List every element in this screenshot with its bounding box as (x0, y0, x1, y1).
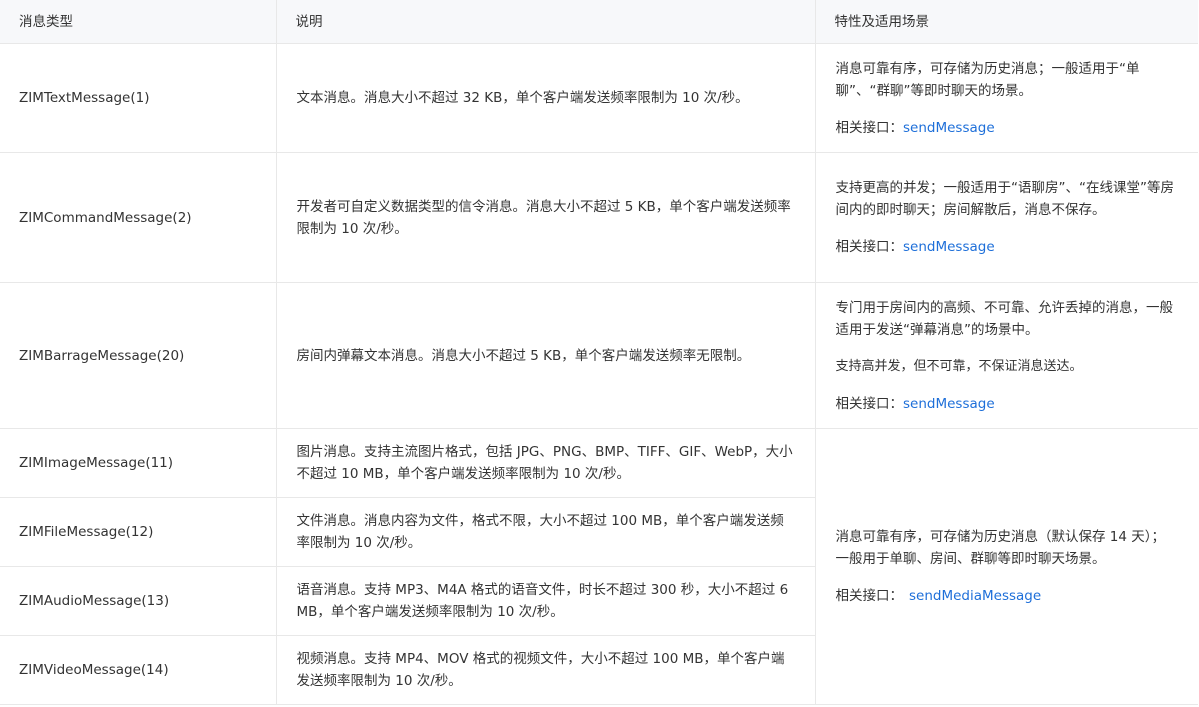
feature-text: 专门用于房间内的高频、不可靠、允许丢掉的消息，一般适用于发送“弹幕消息”的场景中… (835, 299, 1174, 338)
message-type-cell: ZIMCommandMessage(2) (0, 152, 277, 283)
feature-note: 支持高并发，但不可靠，不保证消息送达。 (835, 358, 1083, 374)
description-cell: 文件消息。消息内容为文件，格式不限，大小不超过 100 MB，单个客户端发送频率… (275, 497, 815, 567)
header-description: 说明 (275, 0, 816, 44)
features-cell: 专门用于房间内的高频、不可靠、允许丢掉的消息，一般适用于发送“弹幕消息”的场景中… (814, 282, 1198, 429)
description-cell: 房间内弹幕文本消息。消息大小不超过 5 KB，单个客户端发送频率无限制。 (275, 282, 816, 429)
api-link-sendmessage[interactable]: sendMessage (903, 396, 995, 412)
message-type-cell: ZIMFileMessage(12) (0, 497, 277, 567)
api-label: 相关接口： (835, 119, 904, 136)
api-link-sendmediamessage[interactable]: sendMediaMessage (909, 588, 1041, 604)
description-cell: 语音消息。支持 MP3、M4A 格式的语音文件，时长不超过 300 秒，大小不超… (275, 566, 815, 636)
table-row: ZIMTextMessage(1) 文本消息。消息大小不超过 32 KB，单个客… (0, 43, 1198, 153)
features-cell: 支持更高的并发；一般适用于“语聊房”、“在线课堂”等房间内的即时聊天；房间解散后… (814, 152, 1198, 283)
message-type-cell: ZIMAudioMessage(13) (0, 566, 277, 636)
message-type-cell: ZIMBarrageMessage(20) (0, 282, 277, 429)
header-features: 特性及适用场景 (814, 0, 1198, 44)
related-api: 相关接口：sendMessage (836, 236, 1179, 258)
table-row: ZIMCommandMessage(2) 开发者可自定义数据类型的信令消息。消息… (0, 152, 1198, 283)
api-label: 相关接口： (835, 588, 904, 604)
related-api: 相关接口： sendMediaMessage (836, 585, 1179, 607)
description-cell: 图片消息。支持主流图片格式，包括 JPG、PNG、BMP、TIFF、GIF、We… (275, 428, 816, 498)
message-type-cell: ZIMVideoMessage(14) (0, 635, 277, 705)
api-link-sendmessage[interactable]: sendMessage (903, 120, 995, 136)
feature-text: 支持更高的并发；一般适用于“语聊房”、“在线课堂”等房间内的即时聊天；房间解散后… (835, 180, 1174, 218)
table-header-row: 消息类型 说明 特性及适用场景 (0, 0, 1198, 44)
api-label: 相关接口： (835, 239, 904, 255)
table-row: ZIMImageMessage(11) 图片消息。支持主流图片格式，包括 JPG… (0, 428, 1198, 705)
message-type-cell: ZIMImageMessage(11) (0, 428, 277, 498)
feature-text: 消息可靠有序，可存储为历史消息；一般适用于“单聊”、“群聊”等即时聊天的场景。 (835, 60, 1140, 99)
api-link-sendmessage[interactable]: sendMessage (903, 239, 995, 255)
table-row: ZIMBarrageMessage(20) 房间内弹幕文本消息。消息大小不超过 … (0, 282, 1198, 429)
features-cell: 消息可靠有序，可存储为历史消息；一般适用于“单聊”、“群聊”等即时聊天的场景。 … (814, 43, 1198, 153)
media-features-cell: 消息可靠有序，可存储为历史消息（默认保存 14 天）；一般用于单聊、房间、群聊等… (814, 428, 1198, 705)
message-types-table: 消息类型 说明 特性及适用场景 ZIMTextMessage(1) 文本消息。消… (0, 0, 1198, 705)
description-cell: 视频消息。支持 MP4、MOV 格式的视频文件，大小不超过 100 MB，单个客… (275, 635, 815, 705)
related-api: 相关接口：sendMessage (836, 117, 1179, 139)
related-api: 相关接口：sendMessage (836, 393, 1179, 415)
api-label: 相关接口： (835, 395, 904, 412)
description-cell: 开发者可自定义数据类型的信令消息。消息大小不超过 5 KB，单个客户端发送频率限… (275, 152, 816, 283)
description-cell: 文本消息。消息大小不超过 32 KB，单个客户端发送频率限制为 10 次/秒。 (275, 43, 816, 153)
message-type-cell: ZIMTextMessage(1) (0, 43, 277, 153)
feature-text: 消息可靠有序，可存储为历史消息（默认保存 14 天）；一般用于单聊、房间、群聊等… (835, 529, 1166, 567)
header-message-type: 消息类型 (0, 0, 277, 44)
